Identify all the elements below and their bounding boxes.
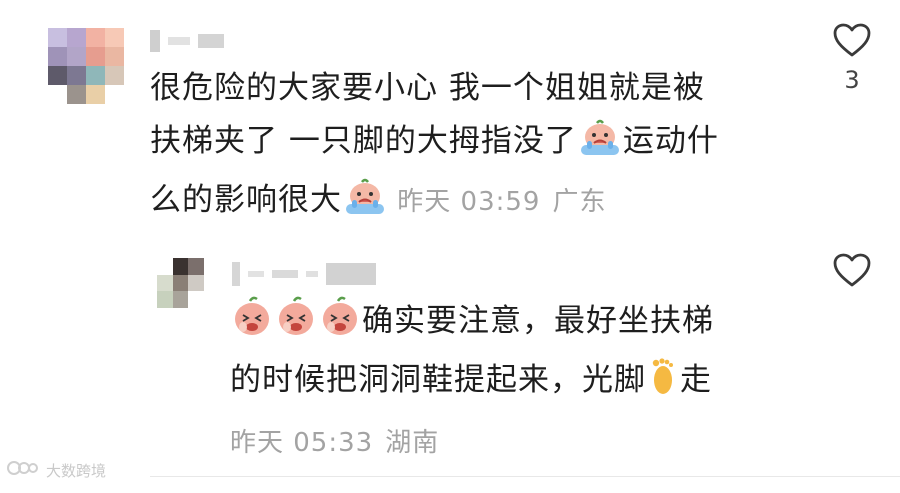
- avatar-pixel: [105, 66, 124, 85]
- comment-location: 湖南: [385, 428, 440, 458]
- avatar-pixel: [203, 274, 219, 292]
- avatar-pixel: [48, 85, 67, 104]
- comment-line-text: 运动什: [622, 123, 719, 159]
- avatar-pixel: [203, 291, 219, 308]
- username-blurred[interactable]: [232, 262, 376, 286]
- divider: [150, 476, 900, 477]
- heart-outline-icon[interactable]: [832, 22, 872, 62]
- peach-laugh-emoji: [276, 295, 316, 354]
- crying-face-emoji: [344, 178, 386, 233]
- avatar[interactable]: [157, 258, 219, 308]
- avatar-pixel: [48, 28, 67, 47]
- avatar-pixel: [172, 274, 188, 292]
- avatar-pixel: [86, 47, 105, 66]
- avatar-pixel: [67, 28, 86, 47]
- avatar-pixel: [172, 291, 188, 308]
- comment-line: 的时候把洞洞鞋提起来，光脚 走: [230, 354, 714, 413]
- comment-location: 广东: [552, 187, 607, 217]
- avatar-pixel: [86, 66, 105, 85]
- peach-laugh-emoji: [232, 295, 272, 354]
- comment-line-text: 的时候把洞洞鞋提起来，光脚: [230, 362, 646, 398]
- watermark-text: 大数跨境: [46, 461, 107, 480]
- avatar-pixel: [188, 274, 204, 292]
- comment-line-text: 确实要注意，最好坐扶梯: [362, 303, 714, 339]
- avatar-pixel: [188, 291, 204, 308]
- comment-line: 确实要注意，最好坐扶梯: [230, 295, 714, 354]
- avatar-pixel: [157, 258, 173, 275]
- avatar-pixel: [67, 66, 86, 85]
- avatar-pixel: [157, 291, 173, 308]
- watermark-logo-icon: [6, 458, 42, 482]
- heart-outline-icon[interactable]: [832, 252, 872, 292]
- avatar-pixel: [86, 28, 105, 47]
- comment-body: 很危险的大家要小心 我一个姐姐就是被 扶梯夹了 一只脚的大拇指没了 运动什 么的…: [150, 62, 719, 233]
- avatar-pixel: [48, 66, 67, 85]
- avatar-pixel: [172, 258, 188, 275]
- comment-time: 昨天 03:59: [397, 187, 541, 217]
- avatar-pixel: [86, 85, 105, 104]
- watermark: 大数跨境: [6, 458, 106, 482]
- avatar-pixel: [48, 47, 67, 66]
- avatar-pixel: [203, 258, 219, 275]
- like-button[interactable]: 3: [832, 22, 872, 94]
- avatar-pixel: [67, 85, 86, 104]
- avatar-pixel: [188, 258, 204, 275]
- comment-time: 昨天 05:33: [230, 428, 374, 458]
- comment-line-text: 扶梯夹了 一只脚的大拇指没了: [150, 123, 577, 159]
- avatar-pixel: [105, 28, 124, 47]
- avatar[interactable]: [48, 28, 124, 104]
- reply-body: 确实要注意，最好坐扶梯 的时候把洞洞鞋提起来，光脚 走 昨天 05:33 湖南: [230, 295, 714, 470]
- comment-meta: 昨天 05:33 湖南: [230, 417, 714, 470]
- comment-line: 么的影响很大 昨天 03:59 广东: [150, 174, 719, 233]
- comment-meta: 昨天 03:59 广东: [388, 187, 618, 217]
- comment-line-text: 走: [680, 362, 712, 398]
- comment-line: 扶梯夹了 一只脚的大拇指没了 运动什: [150, 115, 719, 174]
- crying-face-emoji: [579, 119, 621, 174]
- avatar-pixel: [67, 47, 86, 66]
- avatar-pixel: [105, 47, 124, 66]
- foot-emoji: [648, 356, 678, 413]
- like-button[interactable]: [832, 252, 872, 292]
- username-blurred[interactable]: [150, 30, 224, 52]
- peach-laugh-emoji: [320, 295, 360, 354]
- comment-line-text: 么的影响很大: [150, 182, 342, 218]
- comment-line: 很危险的大家要小心 我一个姐姐就是被: [150, 70, 705, 106]
- avatar-pixel: [157, 274, 173, 292]
- like-count: 3: [844, 66, 860, 94]
- avatar-pixel: [105, 85, 124, 104]
